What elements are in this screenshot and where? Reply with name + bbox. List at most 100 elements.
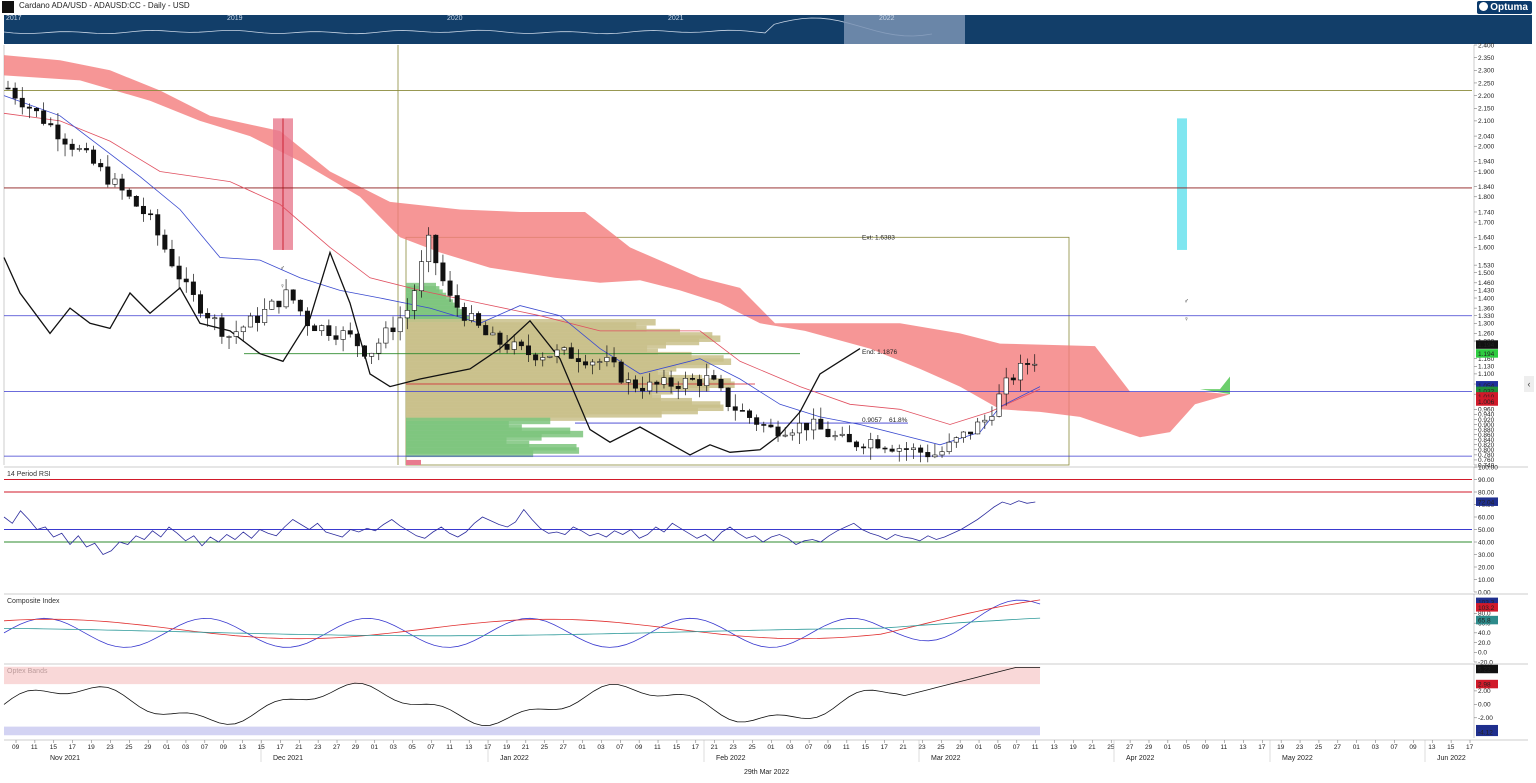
candle-body bbox=[697, 379, 703, 386]
day-tick-label: 13 bbox=[1051, 744, 1059, 751]
candle-body bbox=[1025, 363, 1031, 365]
day-tick-label: 17 bbox=[1466, 744, 1474, 751]
price-tick-label: 1.900 bbox=[1478, 169, 1495, 176]
ci-value-label: 103.2 bbox=[1478, 605, 1495, 612]
candle-body bbox=[518, 341, 524, 347]
candle-body bbox=[190, 281, 196, 295]
optex-lower-band bbox=[4, 726, 1040, 736]
candle-body bbox=[1032, 363, 1038, 366]
planet-glyph: ♀ bbox=[1184, 316, 1189, 323]
candle-body bbox=[989, 416, 995, 421]
price-tick-label: 1.260 bbox=[1478, 331, 1495, 338]
day-tick-label: 19 bbox=[1069, 744, 1077, 751]
panel-tick-label: 50.00 bbox=[1478, 527, 1495, 534]
candle-body bbox=[896, 448, 902, 452]
day-tick-label: 11 bbox=[654, 744, 661, 751]
day-tick-label: 07 bbox=[201, 744, 209, 751]
day-tick-label: 01 bbox=[371, 744, 379, 751]
candle-body bbox=[747, 410, 753, 418]
candle-body bbox=[611, 357, 617, 363]
day-tick-label: 15 bbox=[257, 744, 265, 751]
month-label: Jun 2022 bbox=[1437, 755, 1466, 762]
candle-body bbox=[354, 333, 360, 347]
candle-body bbox=[853, 441, 859, 448]
panel-tick-label: 20.0 bbox=[1478, 640, 1491, 647]
candle-body bbox=[889, 448, 895, 452]
panel-tick-label: 0.00 bbox=[1478, 702, 1491, 709]
candle-body bbox=[198, 294, 204, 314]
price-tick-label: 1.640 bbox=[1478, 235, 1495, 242]
candle-body bbox=[269, 300, 275, 310]
candle-body bbox=[540, 357, 546, 361]
candle-body bbox=[397, 317, 403, 333]
candle-body bbox=[561, 347, 567, 351]
day-tick-label: 25 bbox=[748, 744, 756, 751]
month-label: Nov 2021 bbox=[50, 755, 80, 762]
candle-body bbox=[946, 441, 952, 453]
candle-body bbox=[754, 417, 760, 425]
chart-canvas[interactable]: ♂ ♀ ♂ ♀ Ext: 1.6383 End: 1.1876 0.9057 61.8% 2.4… bbox=[0, 0, 1536, 783]
price-tag-label: 1.194 bbox=[1478, 342, 1495, 349]
day-tick-label: 23 bbox=[314, 744, 322, 751]
day-tick-label: 09 bbox=[1409, 744, 1417, 751]
candle-body bbox=[804, 422, 810, 431]
candle-body bbox=[447, 280, 453, 296]
candle-body bbox=[675, 385, 681, 389]
candle-body bbox=[290, 289, 296, 301]
day-tick-label: 01 bbox=[1353, 744, 1361, 751]
candle-body bbox=[476, 313, 482, 326]
candle-body bbox=[247, 315, 253, 328]
day-tick-label: 11 bbox=[1221, 744, 1228, 751]
candle-body bbox=[1003, 377, 1009, 395]
month-label: Mar 2022 bbox=[931, 755, 961, 762]
candle-body bbox=[411, 290, 417, 311]
optex-upper-band bbox=[4, 666, 1040, 685]
candle-body bbox=[255, 315, 261, 323]
candle-body bbox=[818, 418, 824, 430]
day-tick-label: 29 bbox=[352, 744, 360, 751]
day-tick-label: 09 bbox=[1202, 744, 1210, 751]
panel-tick-label: 10.00 bbox=[1478, 577, 1495, 584]
price-tick-label: 1.800 bbox=[1478, 194, 1495, 201]
month-label: May 2022 bbox=[1282, 755, 1313, 762]
candle-body bbox=[483, 325, 489, 336]
candle-body bbox=[975, 421, 981, 435]
day-tick-label: 09 bbox=[12, 744, 20, 751]
day-tick-label: 23 bbox=[106, 744, 114, 751]
day-tick-label: 19 bbox=[1277, 744, 1285, 751]
candle-body bbox=[782, 434, 788, 437]
rsi-line bbox=[3, 500, 1036, 555]
candle-body bbox=[796, 422, 802, 434]
panel-tick-label: 40.0 bbox=[1478, 630, 1491, 637]
candle-body bbox=[12, 87, 18, 99]
composite-index-panel: Composite Index80.060.040.020.00.0-20.01… bbox=[3, 593, 1528, 666]
price-tick-label: 2.150 bbox=[1478, 106, 1495, 113]
price-tag-label: 1.006 bbox=[1478, 399, 1495, 406]
candle-body bbox=[911, 447, 917, 450]
day-tick-label: 23 bbox=[1296, 744, 1304, 751]
fib-ext-label: Ext: 1.6383 bbox=[862, 235, 895, 242]
day-tick-label: 05 bbox=[994, 744, 1002, 751]
panel-tick-label: 60.00 bbox=[1478, 514, 1495, 521]
candle-body bbox=[183, 278, 189, 283]
price-tick-label: 1.400 bbox=[1478, 295, 1495, 302]
day-tick-label: 13 bbox=[1239, 744, 1247, 751]
candle-body bbox=[882, 447, 888, 450]
collapse-panel-icon[interactable]: ‹ bbox=[1524, 376, 1534, 392]
candle-body bbox=[155, 214, 161, 236]
month-label: Feb 2022 bbox=[716, 755, 746, 762]
price-tick-label: 1.700 bbox=[1478, 219, 1495, 226]
day-tick-label: 21 bbox=[295, 744, 303, 751]
candle-body bbox=[632, 379, 638, 389]
candle-body bbox=[55, 124, 61, 140]
candle-body bbox=[789, 432, 795, 436]
candle-body bbox=[304, 310, 310, 327]
price-tick-label: 1.740 bbox=[1478, 209, 1495, 216]
day-tick-label: 01 bbox=[578, 744, 586, 751]
candle-body bbox=[590, 361, 596, 366]
day-tick-label: 25 bbox=[937, 744, 945, 751]
price-tick-label: 1.430 bbox=[1478, 288, 1495, 295]
day-tick-label: 07 bbox=[1013, 744, 1021, 751]
candle-body bbox=[426, 234, 432, 262]
candle-body bbox=[41, 110, 47, 124]
